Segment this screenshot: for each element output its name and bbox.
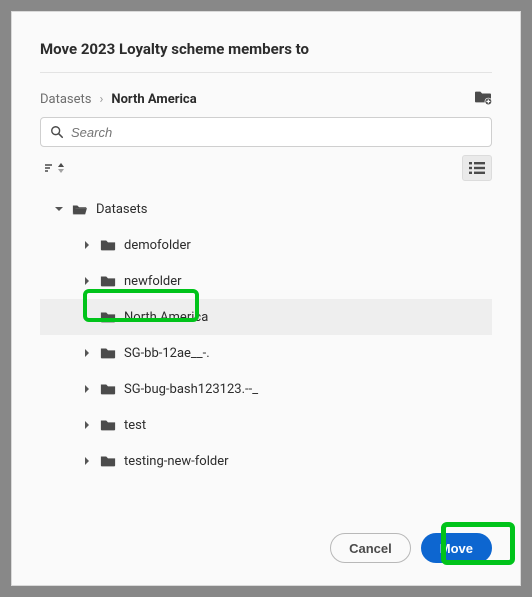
chevron-right-icon[interactable] <box>82 384 92 394</box>
tree-item-label: North America <box>124 310 208 325</box>
tree-item-label: SG-bug-bash123123.--_ <box>124 382 258 397</box>
tree-item-sg-bug-bash[interactable]: SG-bug-bash123123.--_ <box>40 371 492 407</box>
move-button[interactable]: Move <box>421 533 492 563</box>
breadcrumb: Datasets › North America <box>40 92 197 107</box>
folder-icon <box>100 454 116 468</box>
tree-item-north-america[interactable]: North America <box>40 299 492 335</box>
tree-item-demofolder[interactable]: demofolder <box>40 227 492 263</box>
tree-item-label: newfolder <box>124 274 182 289</box>
search-input[interactable] <box>40 117 492 147</box>
dialog-title: Move 2023 Loyalty scheme members to <box>40 40 492 73</box>
sort-button[interactable] <box>40 161 68 175</box>
folder-icon <box>100 310 116 324</box>
tree-root-label: Datasets <box>96 202 148 217</box>
folder-open-icon <box>72 202 88 216</box>
chevron-right-icon[interactable] <box>82 456 92 466</box>
tree-item-sg-bb[interactable]: SG-bb-12ae__-. <box>40 335 492 371</box>
folder-icon <box>100 238 116 252</box>
folder-icon <box>100 418 116 432</box>
breadcrumb-root[interactable]: Datasets <box>40 92 92 107</box>
chevron-right-icon[interactable] <box>82 348 92 358</box>
tree-item-label: SG-bb-12ae__-. <box>124 346 210 361</box>
breadcrumb-row: Datasets › North America <box>40 89 492 109</box>
chevron-right-icon[interactable] <box>82 276 92 286</box>
chevron-right-icon[interactable] <box>82 420 92 430</box>
tree-item-testing-new-folder[interactable]: testing-new-folder <box>40 443 492 479</box>
tree-item-label: test <box>124 418 146 433</box>
tree-item-label: demofolder <box>124 238 191 253</box>
folder-tree: Datasets demofolder newfolder North Amer… <box>40 191 492 519</box>
view-list-icon[interactable] <box>462 155 492 181</box>
folder-icon <box>100 274 116 288</box>
chevron-down-icon[interactable] <box>54 204 64 214</box>
move-dialog: Move 2023 Loyalty scheme members to Data… <box>11 11 521 586</box>
new-folder-icon[interactable] <box>474 89 492 109</box>
dialog-actions: Cancel Move <box>40 533 492 563</box>
tree-item-newfolder[interactable]: newfolder <box>40 263 492 299</box>
tree-item-label: testing-new-folder <box>124 454 229 469</box>
breadcrumb-current: North America <box>111 92 196 107</box>
cancel-button[interactable]: Cancel <box>330 533 411 563</box>
folder-icon <box>100 382 116 396</box>
chevron-right-icon: › <box>100 92 104 107</box>
search-field[interactable] <box>40 117 492 147</box>
chevron-right-icon[interactable] <box>82 240 92 250</box>
search-icon <box>50 125 64 139</box>
tree-toolbar <box>40 155 492 181</box>
tree-root[interactable]: Datasets <box>40 191 492 227</box>
folder-icon <box>100 346 116 360</box>
tree-item-test[interactable]: test <box>40 407 492 443</box>
